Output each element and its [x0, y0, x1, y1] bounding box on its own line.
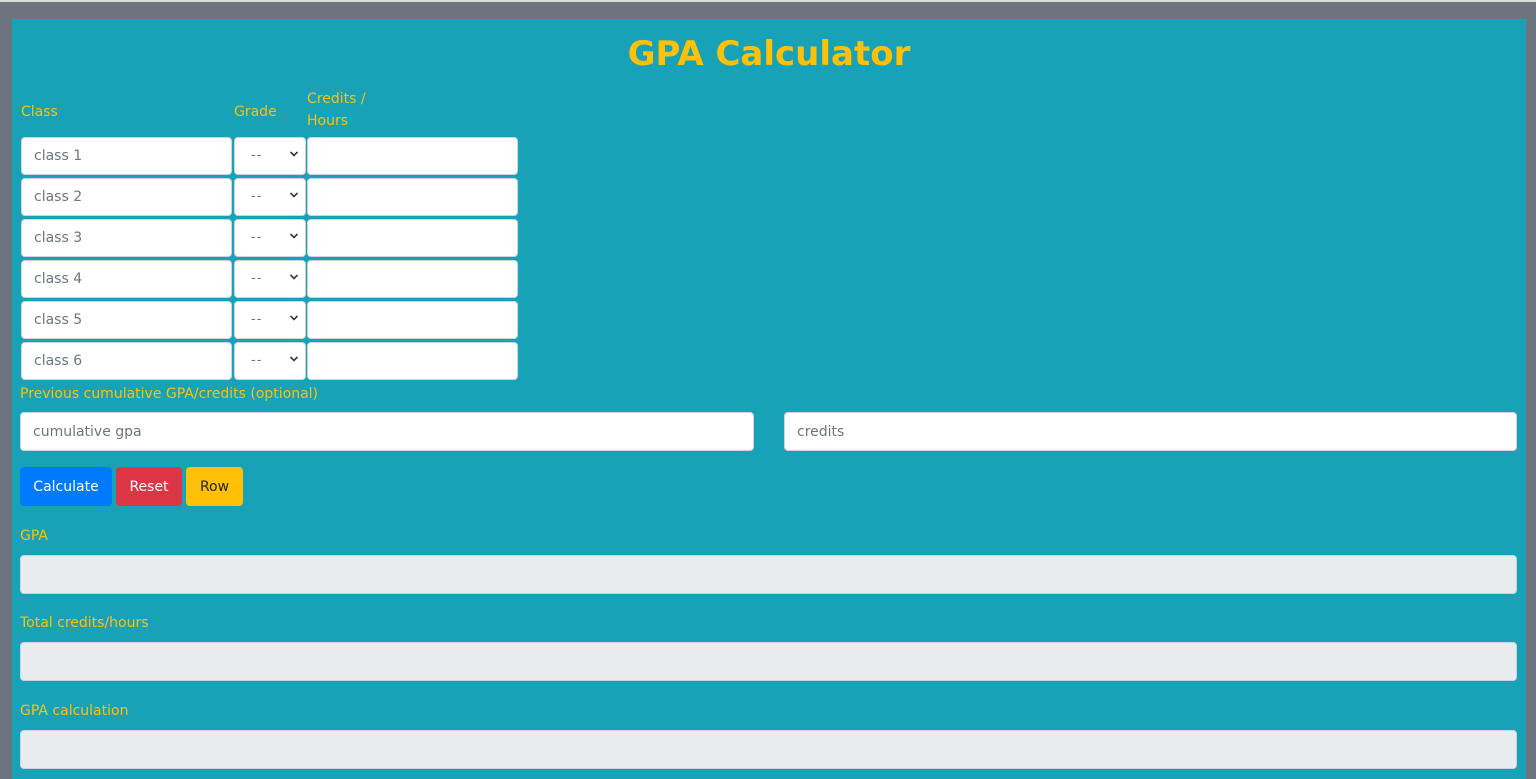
grade-select[interactable]: -- [234, 260, 306, 298]
class-name-input[interactable] [21, 301, 232, 339]
class-name-input[interactable] [21, 342, 232, 380]
grade-select-value: -- [251, 271, 263, 286]
grade-select-value: -- [251, 312, 263, 327]
gpa-calculation-output [20, 730, 1517, 769]
previous-label: Previous cumulative GPA/credits (optiona… [20, 386, 319, 402]
column-header-class: Class [21, 104, 58, 120]
grade-select[interactable]: -- [234, 178, 306, 216]
gpa-label: GPA [20, 528, 48, 544]
gpa-calculation-label: GPA calculation [20, 703, 129, 719]
column-header-grade: Grade [234, 104, 277, 120]
column-header-credits-line1: Credits / [307, 91, 366, 107]
grade-select-value: -- [251, 353, 263, 368]
chevron-down-icon [289, 274, 299, 280]
grade-select-value: -- [251, 230, 263, 245]
cumulative-gpa-input[interactable] [20, 412, 754, 451]
credits-input[interactable] [307, 178, 518, 216]
class-name-input[interactable] [21, 219, 232, 257]
chevron-down-icon [289, 315, 299, 321]
class-name-input[interactable] [21, 260, 232, 298]
grade-select-value: -- [251, 189, 263, 204]
chevron-down-icon [289, 233, 299, 239]
credits-input[interactable] [307, 301, 518, 339]
page-title: GPA Calculator [627, 34, 911, 74]
credits-input[interactable] [307, 219, 518, 257]
add-row-button[interactable]: Row [186, 467, 243, 506]
total-credits-output [20, 642, 1517, 681]
total-credits-label: Total credits/hours [20, 615, 149, 631]
gpa-output [20, 555, 1517, 594]
grade-select[interactable]: -- [234, 219, 306, 257]
chevron-down-icon [289, 356, 299, 362]
calculate-button[interactable]: Calculate [20, 467, 112, 506]
grade-select[interactable]: -- [234, 342, 306, 380]
credits-input[interactable] [307, 137, 518, 175]
credits-input[interactable] [307, 260, 518, 298]
chevron-down-icon [289, 151, 299, 157]
grade-select-value: -- [251, 148, 263, 163]
calculator-card: GPA Calculator Class Grade Credits / Hou… [12, 19, 1526, 779]
reset-button[interactable]: Reset [116, 467, 182, 506]
previous-credits-input[interactable] [784, 412, 1517, 451]
credits-input[interactable] [307, 342, 518, 380]
column-header-credits: Credits / Hours [307, 90, 366, 130]
grade-select[interactable]: -- [234, 137, 306, 175]
grade-select[interactable]: -- [234, 301, 306, 339]
class-name-input[interactable] [21, 178, 232, 216]
chevron-down-icon [289, 192, 299, 198]
browser-edge [0, 0, 1536, 2]
class-name-input[interactable] [21, 137, 232, 175]
column-header-credits-line2: Hours [307, 113, 349, 129]
